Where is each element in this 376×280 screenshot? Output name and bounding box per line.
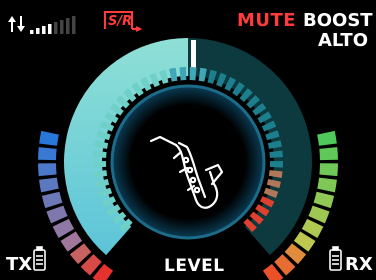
tx-battery-icon	[33, 246, 46, 271]
instrument-label: ALTO	[318, 30, 369, 51]
rx-meter-segment	[317, 130, 337, 146]
ring-segment	[179, 67, 187, 81]
ring-segment	[93, 160, 107, 168]
tx-meter-segment	[39, 130, 59, 146]
signal-bar	[72, 16, 76, 34]
ring-segment	[93, 150, 107, 158]
signal-arrows-icon	[8, 16, 76, 34]
tx-meter-segment	[41, 191, 63, 209]
signal-bar	[36, 28, 40, 34]
signal-bar	[42, 26, 46, 34]
ring-segment	[93, 170, 108, 178]
signal-bar	[48, 24, 52, 34]
tx-meter-segment	[38, 147, 57, 161]
ring-segment	[189, 67, 197, 81]
rx-meter-segment	[317, 177, 337, 193]
rx-meter-segment	[319, 163, 338, 177]
tx-meter-segment	[39, 177, 59, 193]
signal-bar	[54, 22, 58, 34]
signal-bar	[66, 18, 70, 34]
rx-meter-segment	[308, 205, 330, 224]
tx-meter-segment	[38, 163, 57, 177]
level-label: LEVEL	[164, 256, 225, 276]
ring-segment	[269, 150, 283, 158]
signal-bar	[30, 30, 34, 34]
rx-meter-segment	[313, 191, 335, 209]
boost-indicator: BOOST	[303, 10, 373, 31]
ring-segment	[268, 170, 283, 178]
mute-indicator: MUTE	[237, 10, 297, 31]
tx-label: TX	[6, 254, 33, 275]
rx-meter-segment	[319, 147, 338, 161]
rx-label: RX	[345, 254, 373, 275]
rx-battery-icon	[329, 246, 342, 271]
tx-meter-segment	[46, 205, 68, 224]
sr-label: S/R	[108, 14, 133, 29]
signal-bar	[60, 20, 64, 34]
ring-segment	[269, 160, 283, 168]
